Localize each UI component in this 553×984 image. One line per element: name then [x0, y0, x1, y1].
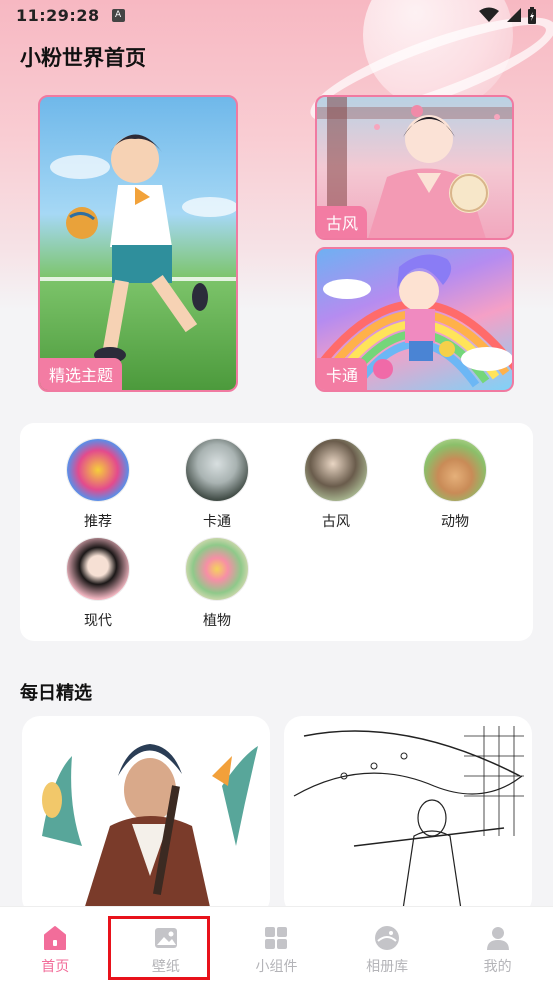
- category-zhiwu-thumb: [185, 537, 249, 601]
- gufeng-label: 古风: [317, 206, 368, 238]
- wifi-icon: [479, 7, 499, 22]
- daily-pick-card[interactable]: [284, 716, 532, 916]
- tab-home[interactable]: 首页: [0, 907, 111, 984]
- tab-label: 首页: [41, 959, 70, 975]
- tab-label: 相册库: [366, 959, 409, 975]
- category-xiandai-thumb: [66, 537, 130, 601]
- katong-card[interactable]: 卡通: [315, 247, 514, 392]
- category-xiandai[interactable]: 现代: [53, 537, 143, 630]
- tab-label: 我的: [483, 959, 512, 975]
- category-tuijian-thumb: [66, 438, 130, 502]
- status-time: 11:29:28: [16, 5, 100, 25]
- status-icons: [479, 6, 537, 24]
- category-label: 现代: [84, 613, 112, 629]
- katong-label: 卡通: [317, 358, 368, 390]
- gufeng-card[interactable]: 古风: [315, 95, 514, 240]
- tab-label: 小组件: [255, 959, 298, 975]
- category-katong-thumb: [185, 438, 249, 502]
- user-icon: [486, 927, 509, 950]
- category-label: 动物: [441, 514, 469, 530]
- page-title: 小粉世界首页: [20, 46, 146, 70]
- lineart-illustration: [293, 726, 524, 916]
- tab-profile[interactable]: 我的: [442, 907, 553, 984]
- featured-theme-label: 精选主题: [40, 358, 123, 390]
- tab-album[interactable]: 相册库: [332, 907, 443, 984]
- category-label: 古风: [322, 514, 350, 530]
- category-tuijian[interactable]: 推荐: [53, 438, 143, 531]
- status-bar: 11:29:28 A: [0, 0, 553, 30]
- category-label: 卡通: [203, 514, 231, 530]
- daily-pick-card[interactable]: [22, 716, 270, 916]
- category-label: 推荐: [84, 514, 112, 530]
- category-gufeng-thumb: [304, 438, 368, 502]
- category-zhiwu[interactable]: 植物: [172, 537, 262, 630]
- featured-theme-card[interactable]: 精选主题: [38, 95, 238, 392]
- wallpaper-tab-highlight: [108, 916, 210, 980]
- tab-widgets[interactable]: 小组件: [221, 907, 332, 984]
- album-icon: [375, 926, 400, 950]
- home-icon: [44, 926, 67, 950]
- category-gufeng[interactable]: 古风: [291, 438, 381, 531]
- warrior-illustration: [42, 744, 258, 916]
- notification-a-icon: A: [111, 8, 125, 22]
- daily-picks-title: 每日精选: [20, 683, 92, 704]
- grid-icon: [265, 927, 288, 949]
- category-katong[interactable]: 卡通: [172, 438, 262, 531]
- category-dongwu[interactable]: 动物: [410, 438, 500, 531]
- category-dongwu-thumb: [423, 438, 487, 502]
- bottom-tab-bar: 首页 壁纸 小组件 相册库 我的: [0, 906, 553, 984]
- battery-icon: [528, 6, 536, 24]
- category-label: 植物: [203, 613, 231, 629]
- signal-icon: [507, 8, 521, 22]
- soccer-boy-illustration: [40, 134, 236, 363]
